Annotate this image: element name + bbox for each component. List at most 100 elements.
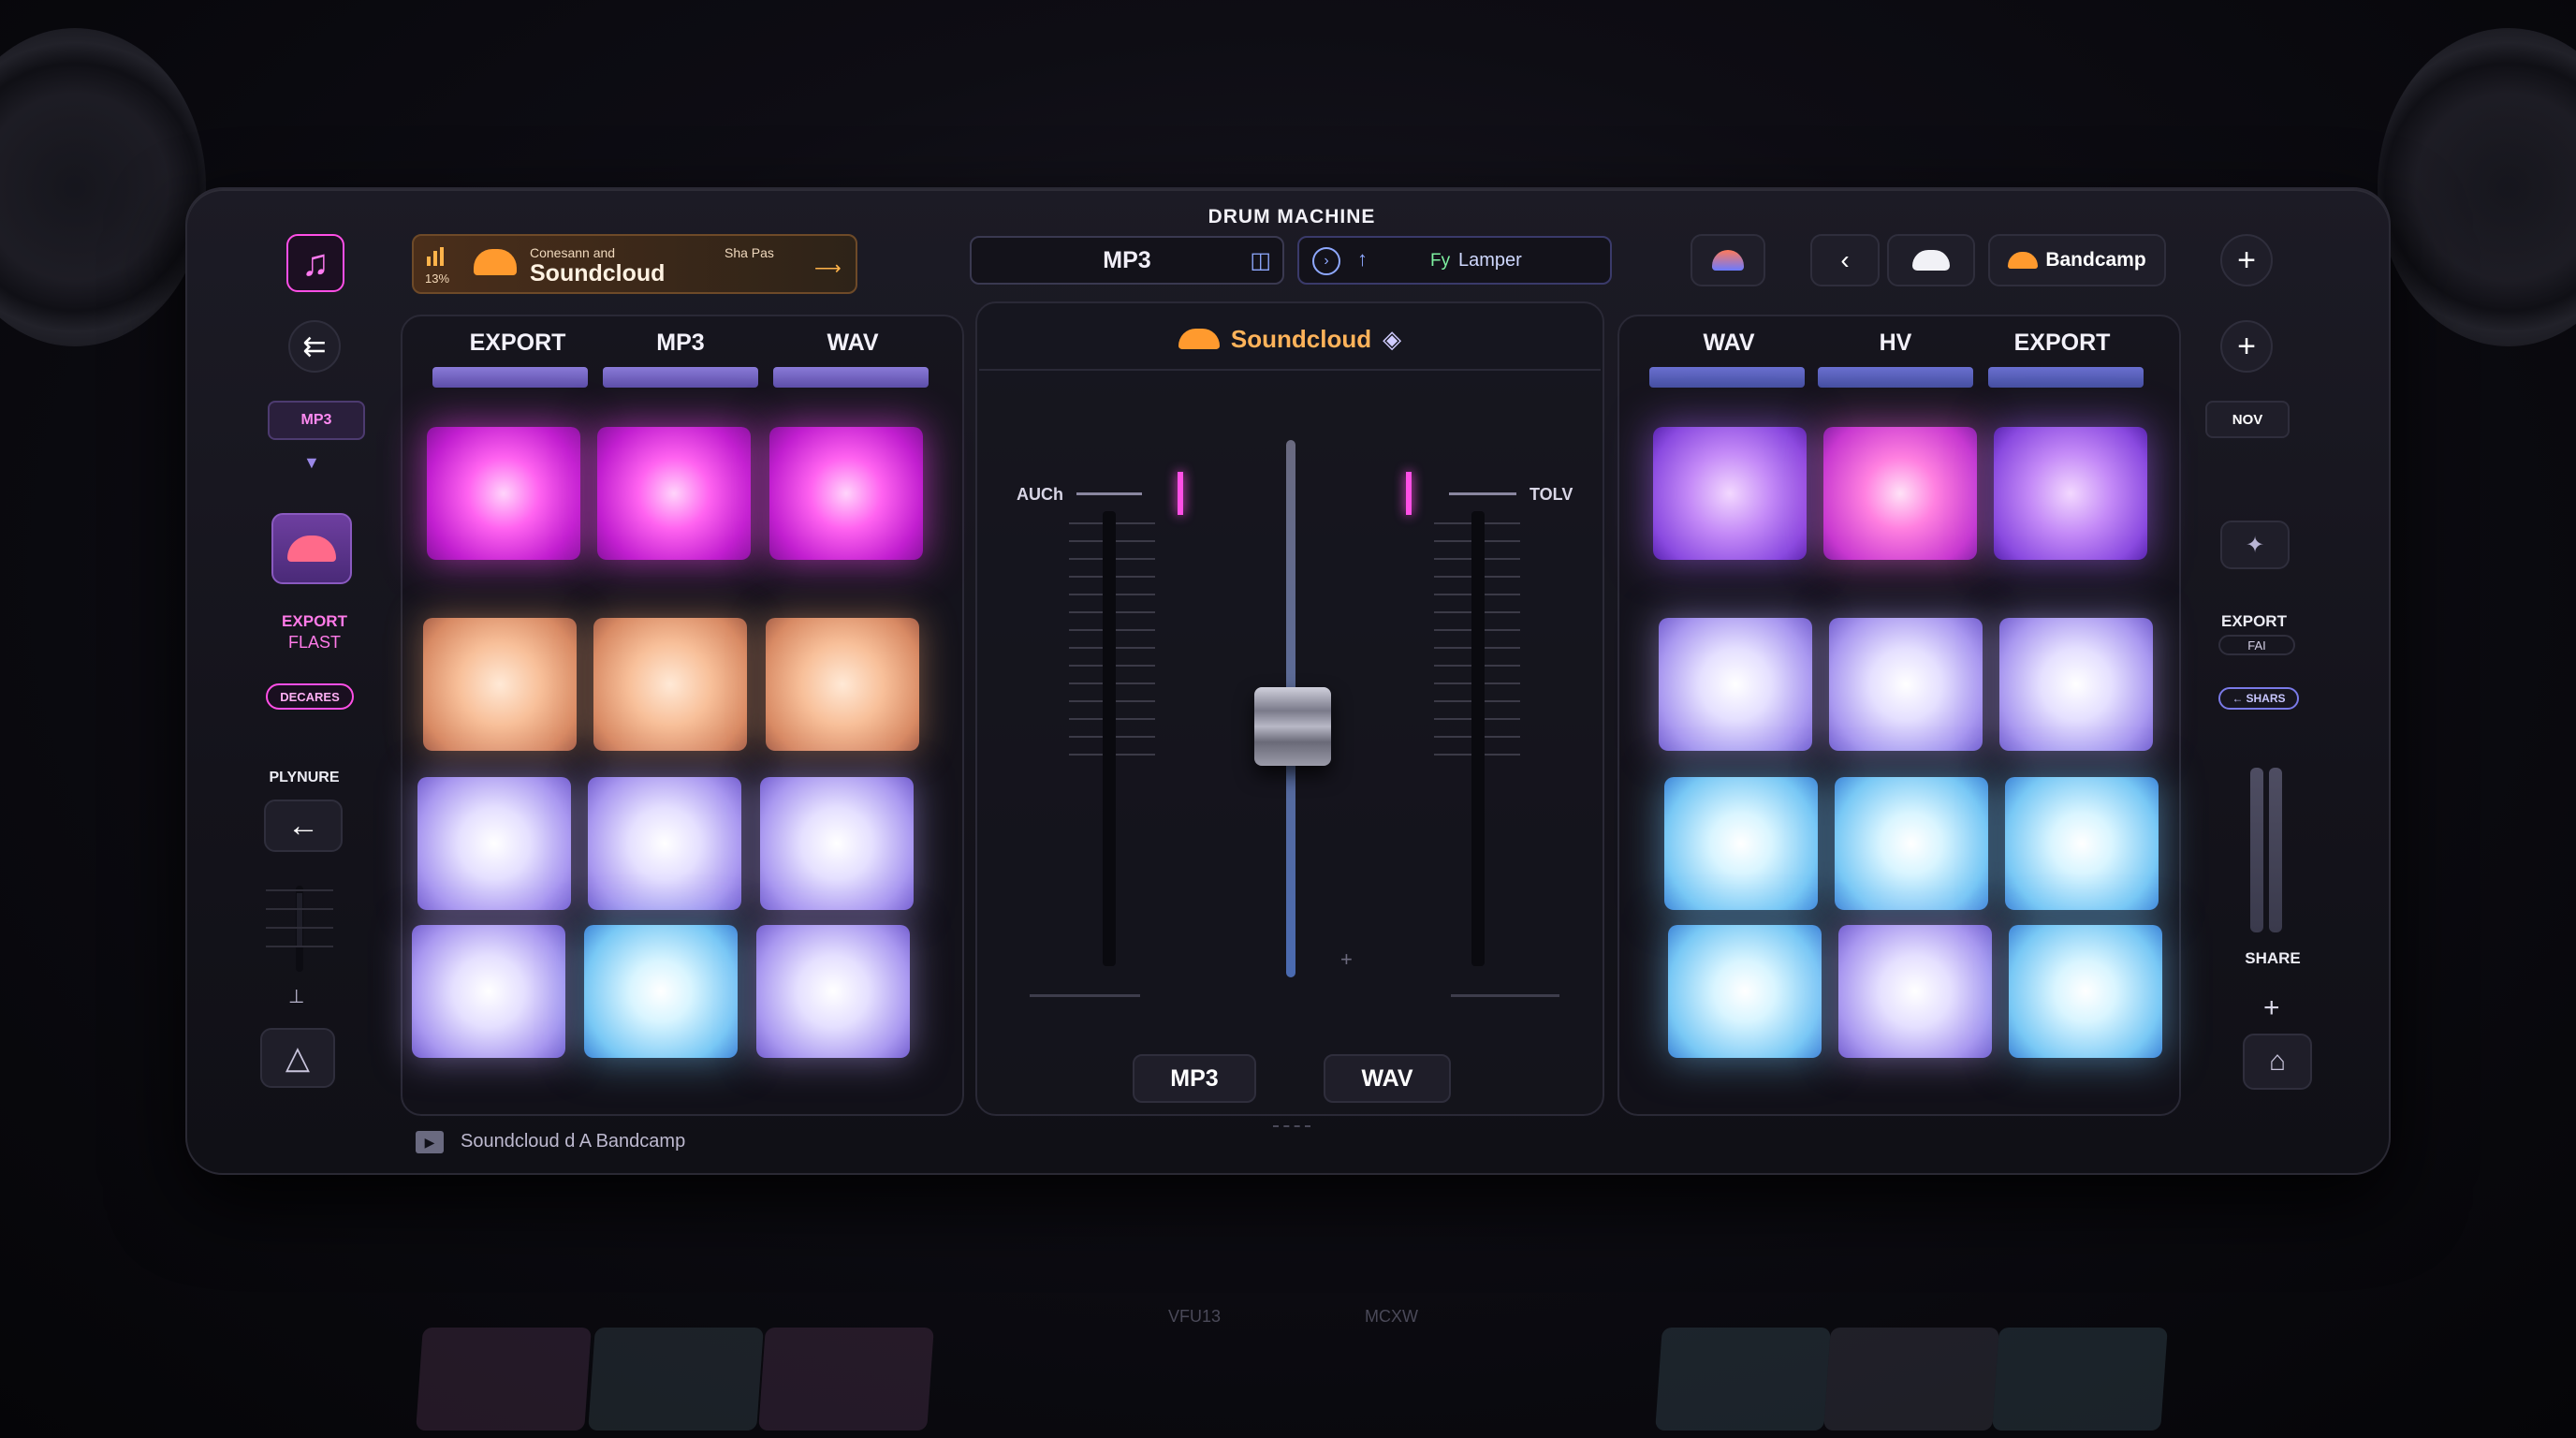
right-pad-r2c1[interactable] — [1659, 618, 1812, 751]
add-plus-icon[interactable]: + — [2220, 234, 2273, 286]
format-field-value: MP3 — [1103, 246, 1151, 273]
chevron-down-icon[interactable]: ▼ — [303, 453, 320, 473]
bandcamp-button[interactable]: Bandcamp — [1988, 234, 2166, 286]
left-tab-export[interactable]: EXPORT — [438, 330, 597, 357]
track-prefix: Fy — [1430, 251, 1451, 271]
mixer-wav-button[interactable]: WAV — [1324, 1054, 1451, 1103]
source-title: Soundcloud — [530, 260, 666, 286]
right-tab-hv[interactable]: HV — [1816, 330, 1975, 357]
left-pad-r2c2[interactable] — [593, 618, 747, 751]
right-tab-bar-wav — [1649, 367, 1805, 388]
format-badge-label: MP3 — [300, 412, 332, 428]
share-label: SHARE — [2245, 949, 2301, 967]
soundcloud-icon — [287, 536, 336, 562]
back-arrow-icon[interactable]: ⇇ — [288, 320, 341, 373]
format-field[interactable]: MP3 ◫ — [970, 236, 1284, 285]
right-base-line — [1451, 994, 1559, 997]
left-tab-wav[interactable]: WAV — [773, 330, 932, 357]
right-channel-label: TOLV — [1530, 485, 1573, 504]
left-pad-r3c2[interactable] — [588, 777, 741, 910]
left-pad-r3c3[interactable] — [760, 777, 914, 910]
nov-badge-label: NOV — [2232, 411, 2263, 428]
mini-fader-ticks — [266, 889, 333, 947]
left-pad-r4c3[interactable] — [756, 925, 910, 1058]
right-tab-export[interactable]: EXPORT — [1983, 330, 2142, 357]
left-pad-r1c2[interactable] — [597, 427, 751, 560]
declares-chip[interactable]: DECARES — [266, 683, 354, 710]
footer-status: Soundcloud d A Bandcamp — [461, 1131, 686, 1152]
share-chip-arrow-icon: ← — [2232, 692, 2244, 705]
mixer-wav-label: WAV — [1361, 1064, 1413, 1092]
left-volume-fader[interactable] — [1103, 511, 1116, 966]
crossfader-handle[interactable] — [1254, 686, 1331, 766]
right-export-label: EXPORT — [2221, 612, 2287, 630]
reflection-text-right: MCXW — [1365, 1307, 1418, 1326]
export-label: EXPORT — [282, 612, 347, 630]
right-pad-r4c1[interactable] — [1668, 925, 1822, 1058]
left-channel-label: AUCh — [1017, 485, 1063, 504]
puzzle-icon[interactable]: ✦ — [2220, 521, 2290, 569]
left-arrow-button[interactable]: ← — [264, 800, 343, 852]
reflection-pad — [1992, 1328, 2168, 1431]
plus-small-icon[interactable]: + — [2263, 992, 2280, 1024]
left-pad-r4c1[interactable] — [412, 925, 565, 1058]
source-menu-icon[interactable]: ⟶ — [814, 257, 842, 280]
left-pad-r2c3[interactable] — [766, 618, 919, 751]
soundcloud-app-button[interactable] — [271, 513, 352, 584]
right-pad-r3c1[interactable] — [1664, 777, 1818, 910]
right-pad-r2c3[interactable] — [1999, 618, 2153, 751]
book-icon[interactable]: ◫ — [1250, 247, 1271, 274]
play-icon[interactable]: ▶ — [416, 1131, 444, 1153]
right-pad-r2c2[interactable] — [1829, 618, 1983, 751]
right-pad-r4c2[interactable] — [1838, 925, 1992, 1058]
level-bars-icon — [427, 247, 444, 266]
timer-icon[interactable]: › — [1312, 247, 1340, 275]
export-sub-label: FLAST — [287, 633, 341, 652]
left-pad-r2c1[interactable] — [423, 618, 577, 751]
soundcloud-icon — [2008, 252, 2039, 269]
right-pad-r1c2[interactable] — [1823, 427, 1977, 560]
left-speaker — [0, 28, 206, 346]
format-badge[interactable]: MP3 — [268, 401, 365, 440]
source-card[interactable]: 13% Conesann and Soundcloud Sha Pas ⟶ — [412, 234, 857, 294]
music-note-icon[interactable]: ♫ — [286, 234, 344, 292]
cloud-icon[interactable] — [1887, 234, 1975, 286]
mixer-mp3-button[interactable]: MP3 — [1133, 1054, 1256, 1103]
arrow-up-icon[interactable]: ↑ — [1357, 247, 1368, 271]
left-pad-r4c2[interactable] — [584, 925, 738, 1058]
app-logo-icon[interactable] — [1690, 234, 1765, 286]
left-tab-mp3[interactable]: MP3 — [601, 330, 760, 357]
triangle-icon[interactable]: △ — [260, 1028, 335, 1088]
right-pad-r1c1[interactable] — [1653, 427, 1807, 560]
vertical-meter-left — [2250, 768, 2263, 932]
right-tab-bar-export — [1988, 367, 2144, 388]
nov-badge[interactable]: NOV — [2205, 401, 2290, 438]
track-field[interactable]: › ↑ Fy Lamper — [1297, 236, 1612, 285]
right-tab-wav[interactable]: WAV — [1649, 330, 1808, 357]
back-chevron-icon[interactable]: ‹ — [1810, 234, 1880, 286]
home-icon[interactable]: ⌂ — [2243, 1034, 2312, 1090]
soundcloud-icon — [1178, 329, 1220, 349]
left-pad-r1c1[interactable] — [427, 427, 580, 560]
drag-handle[interactable] — [1273, 1125, 1310, 1128]
right-pad-r3c3[interactable] — [2005, 777, 2159, 910]
reflection-pad — [1655, 1328, 1831, 1431]
plus-marker-icon: + — [1340, 947, 1353, 971]
add-plus-icon[interactable]: + — [2220, 320, 2273, 373]
reflection-pad — [416, 1328, 592, 1431]
mixer-mp3-label: MP3 — [1170, 1064, 1219, 1092]
right-pad-r1c3[interactable] — [1994, 427, 2147, 560]
soundcloud-icon — [474, 249, 517, 275]
right-export-sub-chip[interactable]: FAI — [2218, 635, 2295, 655]
right-pad-r3c2[interactable] — [1835, 777, 1988, 910]
right-volume-fader[interactable] — [1471, 511, 1485, 966]
left-tab-bar-mp3 — [603, 367, 758, 388]
bandcamp-label: Bandcamp — [2045, 249, 2146, 271]
right-tab-bar-hv — [1818, 367, 1973, 388]
left-pad-r3c1[interactable] — [417, 777, 571, 910]
left-pad-r1c3[interactable] — [769, 427, 923, 560]
right-pad-r4c3[interactable] — [2009, 925, 2162, 1058]
vertical-meter-right — [2269, 768, 2282, 932]
source-tag: Sha Pas — [724, 245, 774, 260]
share-chip[interactable]: ← SHARS — [2218, 687, 2299, 710]
